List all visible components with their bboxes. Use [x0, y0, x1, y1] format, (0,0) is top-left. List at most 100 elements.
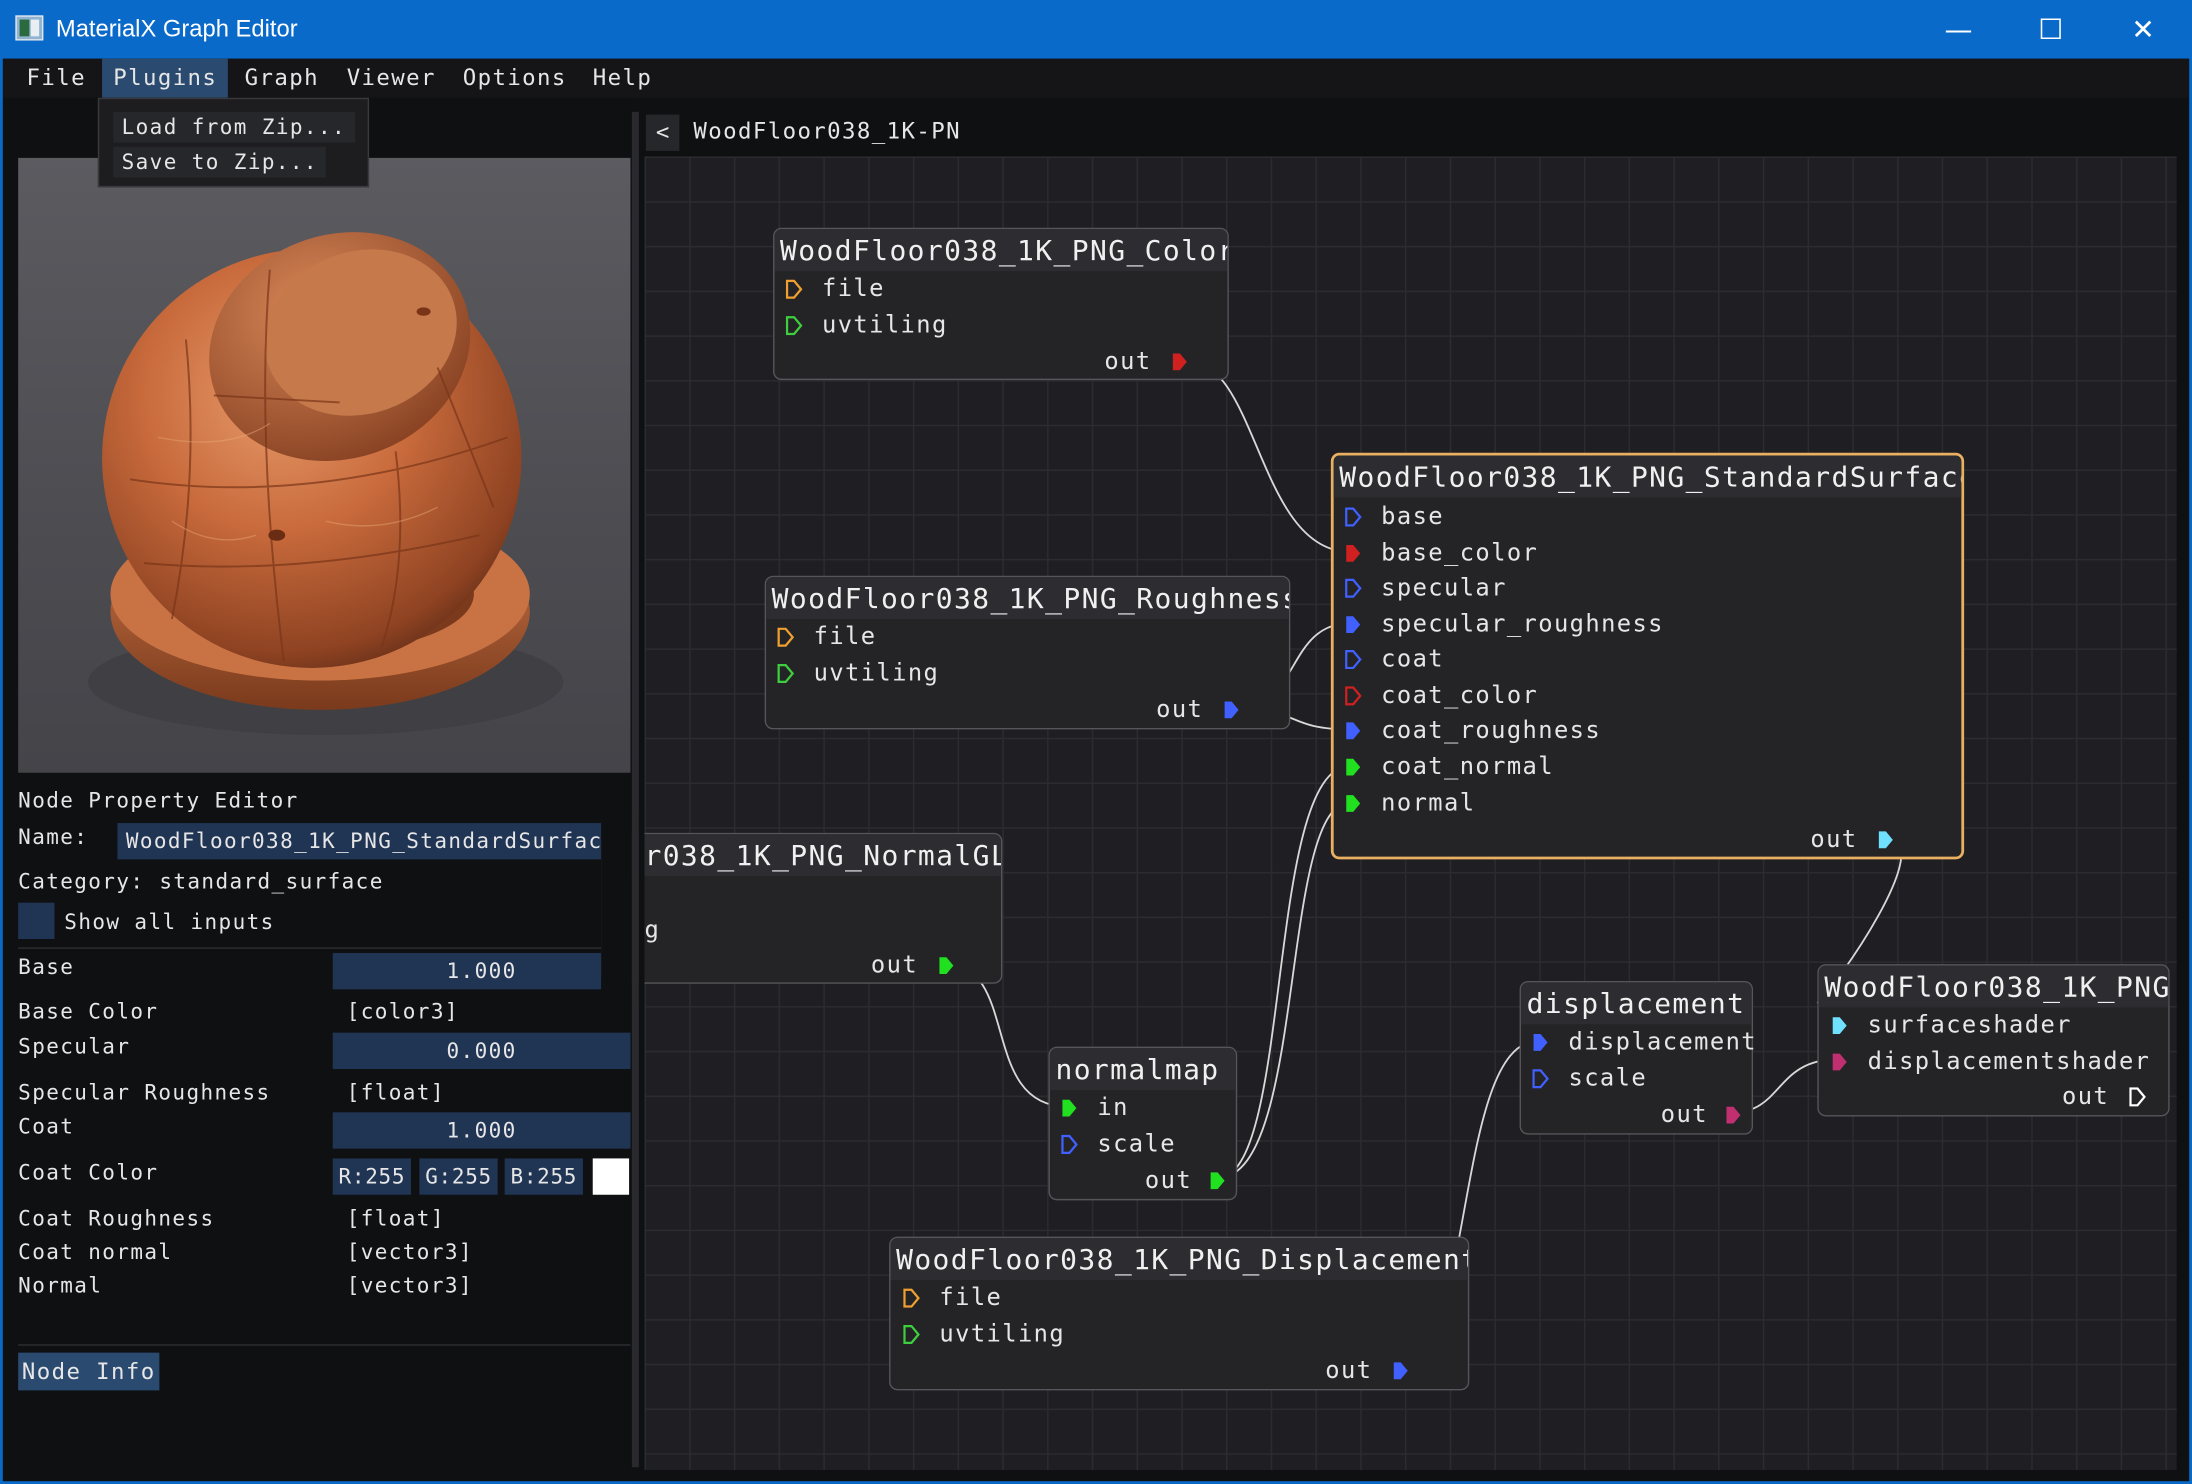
surfaceshader-pin-icon	[1878, 831, 1893, 849]
material-preview-viewport[interactable]	[18, 157, 631, 773]
node-title: normalmap	[1049, 1048, 1236, 1090]
pin-scale[interactable]: scale	[1061, 1130, 1176, 1158]
prop-input-base[interactable]: 1.000	[332, 952, 631, 990]
minimize-button[interactable]: —	[1912, 0, 2004, 59]
pin-label: file	[822, 275, 885, 304]
float-pin-icon	[1346, 616, 1361, 634]
pin-displacement[interactable]: displacement	[1532, 1028, 1757, 1056]
float-pin-icon	[1346, 722, 1361, 740]
pin-label: specular_roughness	[1381, 610, 1664, 639]
node-title: WoodFloor038_1K_PNG_StandardSurface	[1333, 455, 1962, 498]
node-info-button[interactable]: Node Info	[18, 1352, 160, 1391]
pin-label: coat_roughness	[1381, 716, 1602, 745]
prop-value-coat-normal: [vector3]	[346, 1239, 473, 1265]
pin-displacementshader[interactable]: displacementshader	[1831, 1048, 2150, 1076]
coat-color-r-input[interactable]: R:255	[332, 1158, 412, 1195]
pin-label: coat_normal	[1381, 753, 1554, 782]
pin-file[interactable]: file	[777, 623, 876, 651]
pin-out[interactable]: out	[2062, 1083, 2146, 1111]
menu-options[interactable]: Options	[452, 59, 578, 98]
pin-label: normal	[1381, 789, 1476, 818]
menu-item-save-to-zip[interactable]: Save to Zip...	[113, 146, 327, 178]
pin-out[interactable]: out	[1810, 826, 1893, 854]
prop-input-coat[interactable]: 1.000	[332, 1112, 631, 1149]
node-surface-material[interactable]: WoodFloor038_1K_PNG	[1817, 964, 2170, 1117]
float-pin-icon	[1393, 1362, 1408, 1380]
menu-graph[interactable]: Graph	[233, 59, 330, 98]
maximize-button[interactable]: ☐	[2005, 0, 2097, 59]
prop-label-normal: Normal	[18, 1272, 103, 1299]
float-pin-icon	[1224, 701, 1239, 719]
menu-plugins[interactable]: Plugins	[102, 58, 229, 98]
title-bar: MaterialX Graph Editor — ☐ ✕	[0, 0, 2192, 59]
pin-coat-normal[interactable]: coat_normal	[1345, 753, 1554, 781]
pin-coat-color[interactable]: coat_color	[1345, 682, 1538, 710]
pin-specular[interactable]: specular	[1345, 574, 1507, 602]
color3-pin-icon	[1172, 353, 1187, 371]
menu-file[interactable]: File	[15, 59, 97, 98]
pin-scale[interactable]: scale	[1532, 1065, 1647, 1093]
pin-file[interactable]: file	[785, 275, 885, 304]
float-pin-icon	[1345, 578, 1362, 598]
pin-base[interactable]: base	[1345, 503, 1444, 531]
pin-coat[interactable]: coat	[1345, 646, 1444, 674]
coat-color-g-input[interactable]: G:255	[419, 1158, 498, 1195]
separator	[18, 1344, 631, 1346]
pin-label: uvtiling	[813, 659, 940, 688]
pin-label: out	[1325, 1356, 1373, 1385]
pin-specular-roughness[interactable]: specular_roughness	[1345, 611, 1664, 639]
pin-uvtiling[interactable]: uvtiling	[777, 660, 939, 688]
displacementshader-pin-icon	[1726, 1106, 1741, 1124]
node-roughness-image[interactable]: WoodFloor038_1K_PNG_Roughness	[764, 575, 1291, 730]
plugins-dropdown-menu: Load from Zip... Save to Zip...	[97, 97, 370, 188]
color3-pin-icon	[1346, 544, 1361, 562]
float-pin-icon	[1345, 507, 1362, 527]
category-value: standard_surface	[159, 869, 384, 895]
graph-back-button[interactable]: <	[645, 114, 680, 151]
pin-out[interactable]: out	[871, 952, 954, 980]
prop-label-base-color: Base Color	[18, 999, 159, 1025]
pin-out[interactable]: out	[1144, 1166, 1225, 1195]
close-button[interactable]: ✕	[2097, 0, 2189, 59]
filename-pin-icon	[903, 1288, 920, 1308]
prop-label-specular: Specular	[18, 1034, 131, 1060]
menu-help[interactable]: Help	[582, 59, 664, 98]
pin-surfaceshader[interactable]: surfaceshader	[1831, 1012, 2072, 1040]
pin-in[interactable]: in	[1061, 1094, 1129, 1122]
filename-pin-icon	[785, 279, 803, 299]
pin-file[interactable]: file	[903, 1284, 1002, 1312]
pin-out[interactable]: out	[1156, 696, 1239, 724]
node-color-image[interactable]: WoodFloor038_1K_PNG_Color	[773, 227, 1229, 381]
prop-input-specular[interactable]: 0.000	[332, 1032, 631, 1069]
coat-color-swatch[interactable]	[592, 1158, 630, 1195]
pin-base-color[interactable]: base_color	[1345, 539, 1538, 567]
show-all-inputs-checkbox[interactable]	[18, 902, 55, 940]
pin-uvtiling[interactable]: g	[644, 917, 660, 945]
node-title: WoodFloor038_1K_PNG_Displacement	[890, 1238, 1468, 1280]
pin-uvtiling[interactable]: uvtiling	[785, 312, 948, 340]
show-all-inputs-label: Show all inputs	[64, 909, 275, 935]
node-displacement-image[interactable]: WoodFloor038_1K_PNG_Displacement	[889, 1236, 1470, 1391]
prop-value-specular-roughness: [float]	[346, 1080, 445, 1106]
vector3-pin-icon	[1346, 758, 1361, 776]
pin-out[interactable]: out	[1325, 1356, 1408, 1385]
category-label: Category:	[18, 869, 145, 895]
coat-color-b-input[interactable]: B:255	[504, 1158, 583, 1195]
float-pin-icon	[1532, 1069, 1549, 1089]
menu-viewer[interactable]: Viewer	[336, 59, 448, 98]
pin-normal[interactable]: normal	[1345, 789, 1476, 818]
panel-splitter[interactable]	[631, 111, 639, 1468]
node-displacement[interactable]: displacement	[1519, 980, 1754, 1135]
pin-out[interactable]: out	[1661, 1101, 1741, 1129]
prop-value-base-color: [color3]	[346, 999, 459, 1025]
separator	[18, 947, 631, 949]
pin-label: out	[1144, 1166, 1193, 1195]
pin-coat-roughness[interactable]: coat_roughness	[1345, 717, 1601, 745]
pin-uvtiling[interactable]: uvtiling	[903, 1321, 1065, 1348]
menu-item-load-from-zip[interactable]: Load from Zip...	[113, 111, 355, 143]
pin-out[interactable]: out	[1104, 348, 1187, 376]
vector2-pin-icon	[777, 664, 795, 684]
graph-tab-title[interactable]: WoodFloor038_1K-PN	[693, 117, 961, 144]
name-input[interactable]: WoodFloor038_1K_PNG_StandardSurface	[117, 823, 631, 860]
panel-mask	[601, 810, 632, 1007]
